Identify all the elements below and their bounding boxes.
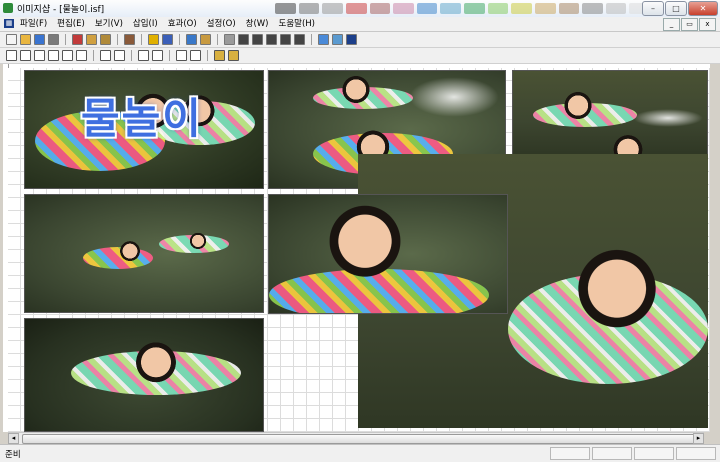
status-cell	[634, 447, 674, 460]
unlock-icon[interactable]	[228, 50, 239, 61]
text-icon[interactable]	[346, 34, 357, 45]
menu-window[interactable]: 창(W)	[246, 18, 269, 30]
lock-icon[interactable]	[214, 50, 225, 61]
menu-view[interactable]: 보기(V)	[95, 18, 123, 30]
toolbar-separator	[169, 50, 170, 61]
standard-toolbar	[0, 32, 720, 48]
folder-icon[interactable]	[200, 34, 211, 45]
menu-help[interactable]: 도움말(H)	[279, 18, 315, 30]
print-icon[interactable]	[48, 34, 59, 45]
menu-effects[interactable]: 효과(O)	[168, 18, 197, 30]
horizontal-scrollbar[interactable]: ◂ ▸	[8, 432, 704, 444]
cut-icon[interactable]	[72, 34, 83, 45]
toolbar-separator	[93, 50, 94, 61]
frame-icon[interactable]	[332, 34, 343, 45]
photo-center-closeup[interactable]	[268, 194, 508, 314]
tools-icon[interactable]	[124, 34, 135, 45]
menu-insert[interactable]: 삽입(I)	[133, 18, 158, 30]
line-icon[interactable]	[238, 34, 249, 45]
send-back-icon[interactable]	[152, 50, 163, 61]
new-icon[interactable]	[6, 34, 17, 45]
open-icon[interactable]	[20, 34, 31, 45]
document-icon[interactable]: ▦	[4, 19, 14, 28]
mdi-restore-button[interactable]: ▭	[681, 18, 698, 31]
status-cell	[550, 447, 590, 460]
photo-top-right[interactable]	[512, 70, 708, 156]
image-icon[interactable]	[318, 34, 329, 45]
toolbar-separator	[131, 50, 132, 61]
align-middle-icon[interactable]	[62, 50, 73, 61]
status-bar: 준비	[0, 444, 720, 462]
title-overlay-text: 물놀이	[81, 94, 203, 143]
toolbar-separator	[207, 50, 208, 61]
scroll-left-icon[interactable]: ◂	[8, 433, 19, 444]
window-frame-right	[710, 64, 720, 444]
title-palette-strip	[275, 3, 650, 14]
window-title: 이미지샵 - [물놀이.isf]	[17, 5, 105, 15]
document-canvas[interactable]: 물놀이	[8, 68, 710, 432]
align-bottom-icon[interactable]	[76, 50, 87, 61]
mdi-close-button[interactable]: x	[699, 18, 716, 31]
ungroup-icon[interactable]	[190, 50, 201, 61]
polygon-icon[interactable]	[294, 34, 305, 45]
maximize-button[interactable]: □	[665, 1, 687, 16]
status-cell	[592, 447, 632, 460]
align-center-icon[interactable]	[20, 50, 31, 61]
help-icon[interactable]	[148, 34, 159, 45]
grid-icon[interactable]	[186, 34, 197, 45]
status-text: 준비	[5, 450, 21, 460]
photo-middle-left[interactable]	[24, 194, 264, 313]
same-width-icon[interactable]	[100, 50, 111, 61]
same-height-icon[interactable]	[114, 50, 125, 61]
rectangle-icon[interactable]	[252, 34, 263, 45]
pointer-icon[interactable]	[224, 34, 235, 45]
group-icon[interactable]	[176, 50, 187, 61]
align-top-icon[interactable]	[48, 50, 59, 61]
ellipse-icon[interactable]	[266, 34, 277, 45]
mdi-minimize-button[interactable]: _	[663, 18, 680, 31]
toolbar-separator	[179, 34, 180, 45]
paste-icon[interactable]	[100, 34, 111, 45]
status-cell	[676, 447, 716, 460]
menu-bar: ▦ 파일(F) 편집(E) 보기(V) 삽입(I) 효과(O) 설정(O) 창(…	[0, 17, 720, 32]
save-icon[interactable]	[34, 34, 45, 45]
toolbar-separator	[117, 34, 118, 45]
photo-title[interactable]: 물놀이	[24, 70, 264, 189]
toolbar-separator	[65, 34, 66, 45]
photo-bottom-left[interactable]	[24, 318, 264, 432]
menu-edit[interactable]: 편집(E)	[57, 18, 85, 30]
layout-toolbar	[0, 48, 720, 64]
toolbar-separator	[311, 34, 312, 45]
menu-file[interactable]: 파일(F)	[20, 18, 47, 30]
context-help-icon[interactable]	[162, 34, 173, 45]
toolbar-separator	[141, 34, 142, 45]
round-rect-icon[interactable]	[280, 34, 291, 45]
align-left-icon[interactable]	[6, 50, 17, 61]
close-button[interactable]: ✕	[688, 1, 718, 16]
bring-front-icon[interactable]	[138, 50, 149, 61]
align-right-icon[interactable]	[34, 50, 45, 61]
minimize-button[interactable]: –	[642, 1, 664, 16]
scroll-right-icon[interactable]: ▸	[693, 433, 704, 444]
title-bar: 이미지샵 - [물놀이.isf] – □ ✕	[0, 0, 720, 18]
app-icon	[3, 3, 13, 13]
toolbar-separator	[217, 34, 218, 45]
copy-icon[interactable]	[86, 34, 97, 45]
scroll-thumb[interactable]	[22, 434, 696, 444]
menu-settings[interactable]: 설정(O)	[207, 18, 236, 30]
